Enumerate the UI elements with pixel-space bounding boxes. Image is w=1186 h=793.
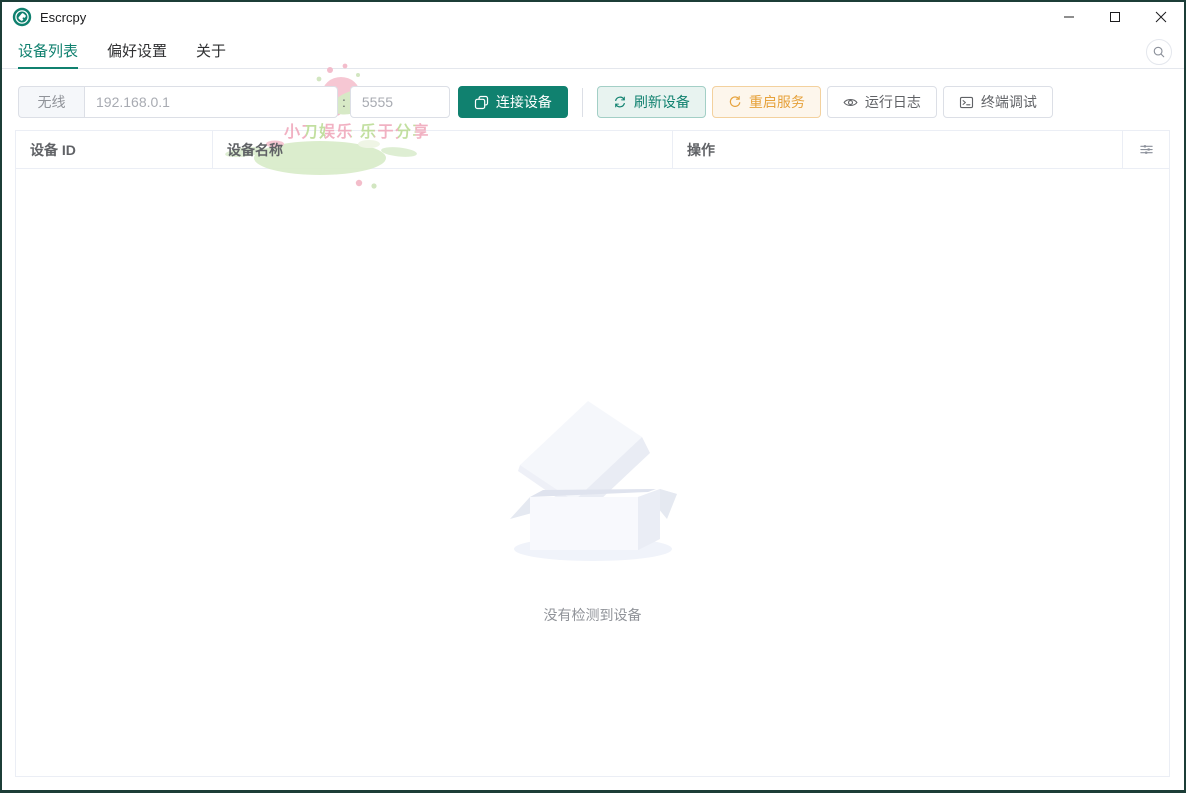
tab-device-list[interactable]: 设备列表 (18, 32, 79, 69)
toolbar-divider (581, 87, 583, 117)
column-header-device-id: 设备 ID (16, 131, 213, 168)
device-table: 设备 ID 设备名称 操作 没有检测到设备 (15, 130, 1170, 777)
ip-port-separator: : (342, 94, 346, 110)
terminal-debug-button[interactable]: 终端调试 (942, 86, 1053, 118)
run-logs-label: 运行日志 (864, 94, 921, 110)
restart-icon (729, 95, 741, 107)
tab-device-list-label: 设备列表 (18, 42, 79, 60)
restart-service-button[interactable]: 重启服务 (711, 86, 821, 118)
tab-preferences[interactable]: 偏好设置 (107, 32, 167, 68)
column-settings-button[interactable] (1123, 131, 1169, 168)
empty-state: 没有检测到设备 (16, 397, 1169, 625)
minimize-icon (1064, 16, 1074, 18)
run-logs-button[interactable]: 运行日志 (826, 86, 937, 118)
maximize-icon (1110, 12, 1120, 22)
refresh-icon (614, 96, 625, 108)
search-button[interactable] (1146, 39, 1172, 65)
table-header-row: 设备 ID 设备名称 操作 (16, 131, 1169, 169)
refresh-devices-button[interactable]: 刷新设备 (596, 86, 706, 118)
column-header-actions: 操作 (673, 131, 1123, 168)
ip-address-input[interactable] (84, 86, 338, 118)
eye-icon (843, 98, 858, 106)
port-input[interactable] (349, 86, 450, 118)
app-logo-icon (12, 7, 32, 27)
restart-service-label: 重启服务 (748, 94, 805, 110)
minimize-button[interactable] (1046, 2, 1092, 32)
table-body: 没有检测到设备 (16, 169, 1169, 776)
terminal-icon (959, 96, 973, 108)
empty-state-message: 没有检测到设备 (543, 607, 642, 623)
column-header-device-name: 设备名称 (213, 131, 673, 168)
window-title: Escrcpy (40, 9, 87, 25)
close-button[interactable] (1138, 2, 1184, 32)
close-icon (1155, 11, 1167, 23)
maximize-button[interactable] (1092, 2, 1138, 32)
empty-box-illustration (509, 401, 677, 561)
connect-device-label: 连接设备 (495, 94, 552, 110)
refresh-devices-label: 刷新设备 (633, 94, 690, 110)
titlebar: Escrcpy (2, 2, 1184, 32)
terminal-debug-label: 终端调试 (980, 94, 1037, 110)
tab-about[interactable]: 关于 (196, 32, 226, 68)
tab-bar: 设备列表 偏好设置 关于 (2, 32, 1184, 69)
wireless-label: 无线 (18, 86, 84, 118)
toolbar: 无线 : 连接设备 刷新设备 重启服务 运行日志 (2, 69, 1184, 118)
escrcpy-window: { "window": { "title": "Escrcpy", "contr… (0, 0, 1186, 793)
wireless-address-group: 无线 (18, 86, 338, 118)
search-icon (1153, 46, 1165, 58)
tab-preferences-label: 偏好设置 (107, 42, 168, 60)
window-controls (1046, 2, 1184, 32)
link-devices-icon (474, 95, 488, 109)
connect-device-button[interactable]: 连接设备 (457, 86, 568, 118)
column-settings-sliders-icon (1139, 145, 1153, 154)
tab-about-label: 关于 (196, 42, 227, 60)
